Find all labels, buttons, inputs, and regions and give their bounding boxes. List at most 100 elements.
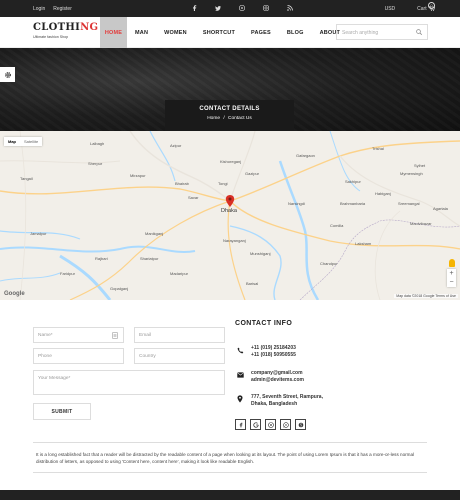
map-attribution[interactable]: Map data ©2018 Google Terms of Use [394,294,458,298]
logo-tagline: Ultimate fashion Shop [33,35,69,39]
map-label: Gafargaon [296,153,315,158]
whatsapp-icon[interactable] [280,419,291,430]
menu-item-women[interactable]: WOMEN [156,17,195,48]
page-banner: CONTACT DETAILS Home / Contact Us [0,48,460,131]
message-placeholder: Your Message* [38,376,71,381]
map-label-city: Dhaka [221,208,237,214]
phone-number-1[interactable]: +11 (019) 25184203 [251,345,296,352]
map-label: Habiganj [375,191,391,196]
login-link[interactable]: Login [33,6,45,12]
site-logo[interactable]: CLOTHING Ultimate fashion Shop [33,22,98,43]
map-label: Mirzapur [130,173,146,178]
currency-select[interactable]: USD [385,6,396,12]
map-label: Manikganj [145,231,164,236]
settings-toggle[interactable] [0,67,15,82]
page-title: CONTACT DETAILS [199,106,260,112]
name-placeholder: Name* [38,333,53,338]
search-icon[interactable] [416,29,422,35]
map-label: Tongi [218,181,228,186]
pinterest-icon[interactable] [238,4,246,12]
footer-bar [0,490,460,500]
zoom-in-button[interactable]: + [447,269,456,278]
email-placeholder: Email [139,333,151,338]
email-field[interactable]: Email [134,327,225,343]
contact-info-heading: CONTACT INFO [235,320,293,327]
top-bar: Login Register USD Cart 0 [0,0,460,17]
phone-icon [235,345,245,355]
map-label: Maulvibazar [410,221,432,226]
map-label: Madaripur [170,271,189,276]
street-view-pegman-icon[interactable] [449,259,455,267]
map-type-satellite[interactable]: Satellite [20,137,42,146]
contact-info: CONTACT INFO +11 (019) 25184203 +11 (018… [235,320,435,407]
cart-label: Cart [417,6,427,12]
country-placeholder: Country [139,354,156,359]
contact-social-links [235,419,306,430]
google-map[interactable]: Lalbagh Azipur Trishal Gafargaon Kishore… [0,131,460,300]
search-input[interactable]: Search anything [336,24,428,40]
map-label: Rajbari [95,256,108,261]
map-label: Agartala [433,206,448,211]
info-note: It is a long established fact that a rea… [33,442,427,473]
map-label: Lalbagh [90,141,105,146]
google-logo: Google [4,291,25,297]
map-label: Kishoreganj [220,159,242,164]
phone-field[interactable]: Phone [33,348,124,364]
map-label: Shariatpur [140,256,159,261]
map-label: Barisal [246,281,259,286]
map-label: Mymensingh [400,171,423,176]
breadcrumb-separator: / [223,116,225,121]
skype-icon[interactable] [295,419,306,430]
id-card-icon [112,332,118,339]
name-field[interactable]: Name* [33,327,124,343]
map-zoom-control: + − [447,269,456,287]
menu-item-pages[interactable]: PAGES [243,17,279,48]
email-address-2[interactable]: admin@devitems.com [251,377,304,384]
map-label: Sylhet [414,163,426,168]
email-address-1[interactable]: company@gmail.com [251,370,304,377]
map-label: Sakhipur [345,179,361,184]
breadcrumb-current: Contact Us [228,116,252,121]
map-label: Sreemangal [398,201,420,206]
cart-count-badge: 0 [428,2,435,9]
location-pin-icon [235,394,245,404]
map-label: Comilla [330,223,344,228]
map-type-control: Map Satellite [4,137,43,146]
country-field[interactable]: Country [134,348,225,364]
map-type-map[interactable]: Map [4,137,20,146]
facebook-icon[interactable] [190,4,198,12]
google-icon[interactable] [250,419,261,430]
map-label: Chandpur [320,261,338,266]
instagram-icon[interactable] [262,4,270,12]
map-label: Faridpur [60,271,75,276]
map-label: Azipur [170,143,182,148]
main-navbar: CLOTHING Ultimate fashion Shop HOME MAN … [0,17,460,48]
logo-accent-text: NG [80,22,99,33]
phone-number-2[interactable]: +11 (018) 50950555 [251,352,296,359]
menu-item-blog[interactable]: BLOG [279,17,312,48]
rss-icon[interactable] [286,4,294,12]
message-textarea[interactable]: Your Message* [33,370,225,395]
map-label: Gazipur [245,171,260,176]
envelope-icon [235,370,245,380]
map-marker-icon[interactable] [225,195,235,207]
facebook-icon[interactable] [235,419,246,430]
logo-text: CLOTHI [33,22,81,33]
banner-title-box: CONTACT DETAILS Home / Contact Us [165,100,294,131]
pinterest-icon[interactable] [265,419,276,430]
twitter-icon[interactable] [214,4,222,12]
menu-item-man[interactable]: MAN [127,17,156,48]
map-label: Gopalganj [110,286,129,291]
map-label: Trishal [372,146,384,151]
submit-button[interactable]: SUBMIT [33,403,91,420]
menu-item-home[interactable]: HOME [100,17,127,48]
zoom-out-button[interactable]: − [447,278,456,287]
breadcrumb-home[interactable]: Home [207,116,220,121]
map-label: Munshiganj [250,251,271,256]
map-label: Laksham [355,241,372,246]
register-link[interactable]: Register [53,6,72,12]
main-menu: HOME MAN WOMEN SHORTCUT PAGES BLOG ABOUT [100,17,348,48]
address-line-2: Dhaka, Bangladesh [251,401,298,407]
map-label: Sherpur [88,161,103,166]
menu-item-shortcut[interactable]: SHORTCUT [195,17,243,48]
